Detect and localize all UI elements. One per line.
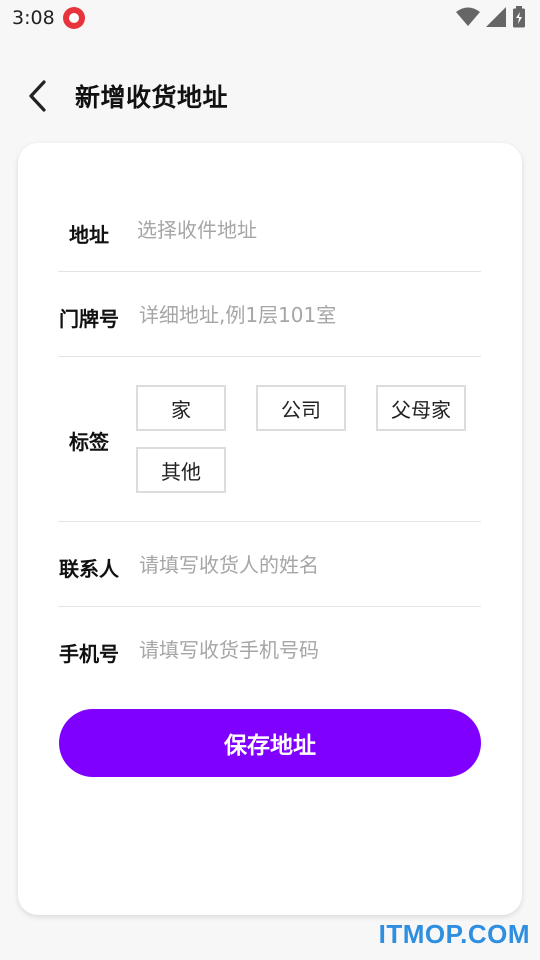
address-form-card: 地址 门牌号 标签 家 公司 父母家 其他 联系人 手机号 保存地址 <box>18 143 522 915</box>
wifi-icon <box>456 7 480 26</box>
door-number-row: 门牌号 <box>58 272 481 357</box>
tag-other[interactable]: 其他 <box>136 447 226 493</box>
door-number-input[interactable] <box>139 297 469 333</box>
status-icons <box>456 6 526 28</box>
battery-icon <box>513 6 525 28</box>
tag-company[interactable]: 公司 <box>256 385 346 431</box>
tags-row: 标签 家 公司 父母家 其他 <box>58 357 481 522</box>
address-label: 地址 <box>69 223 109 247</box>
signal-icon <box>486 7 506 27</box>
status-time: 3:08 <box>12 7 55 29</box>
phone-row: 手机号 <box>58 607 481 687</box>
tag-home[interactable]: 家 <box>136 385 226 431</box>
address-input[interactable] <box>137 212 467 248</box>
status-bar: 3:08 <box>0 0 540 36</box>
save-address-button[interactable]: 保存地址 <box>59 709 481 777</box>
chevron-left-icon <box>29 80 46 112</box>
tag-parents-home[interactable]: 父母家 <box>376 385 466 431</box>
back-button[interactable] <box>24 78 54 114</box>
address-row[interactable]: 地址 <box>58 185 481 272</box>
contact-label: 联系人 <box>59 557 119 581</box>
phone-input[interactable] <box>139 632 469 668</box>
page-title: 新增收货地址 <box>75 83 229 112</box>
door-number-label: 门牌号 <box>59 307 119 331</box>
contact-row: 联系人 <box>58 522 481 607</box>
phone-label: 手机号 <box>59 642 119 666</box>
contact-input[interactable] <box>139 547 469 583</box>
watermark: ITMOP.COM <box>378 919 530 949</box>
header: 新增收货地址 <box>0 60 540 132</box>
red-mascot-icon <box>62 7 85 29</box>
tags-label: 标签 <box>69 430 109 454</box>
